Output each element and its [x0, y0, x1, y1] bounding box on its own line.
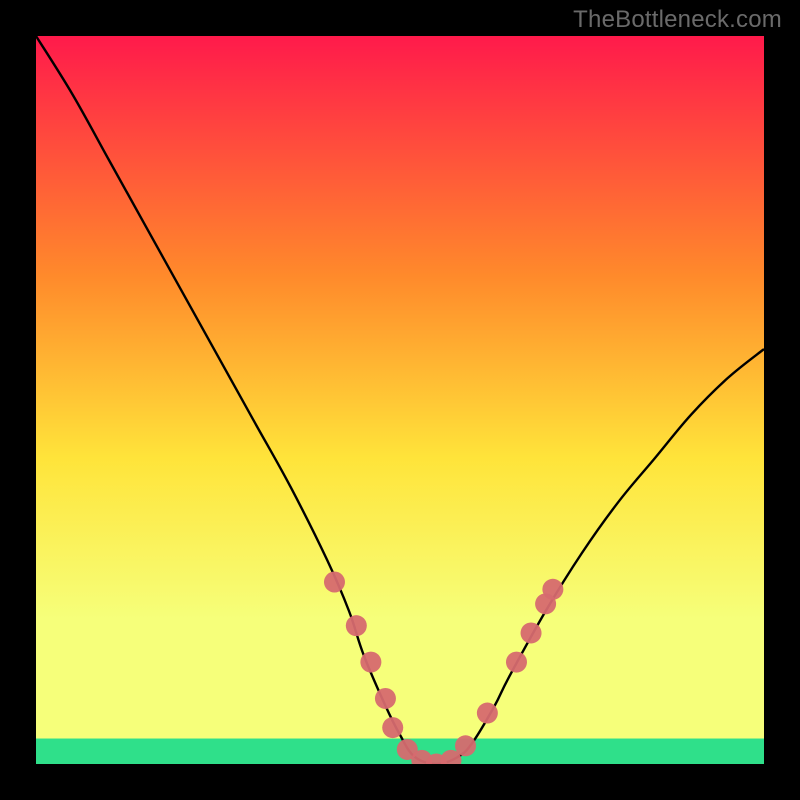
curve-marker — [382, 717, 403, 738]
curve-marker — [324, 572, 345, 593]
curve-marker — [506, 652, 527, 673]
curve-marker — [375, 688, 396, 709]
plot-background — [36, 36, 764, 764]
watermark-text: TheBottleneck.com — [573, 6, 782, 34]
plot-area — [36, 36, 764, 775]
chart-container: TheBottleneck.com — [0, 0, 800, 800]
curve-marker — [346, 615, 367, 636]
curve-marker — [360, 652, 381, 673]
bottleneck-chart — [0, 0, 800, 800]
curve-marker — [477, 703, 498, 724]
curve-marker — [521, 622, 542, 643]
curve-marker — [455, 735, 476, 756]
curve-marker — [542, 579, 563, 600]
